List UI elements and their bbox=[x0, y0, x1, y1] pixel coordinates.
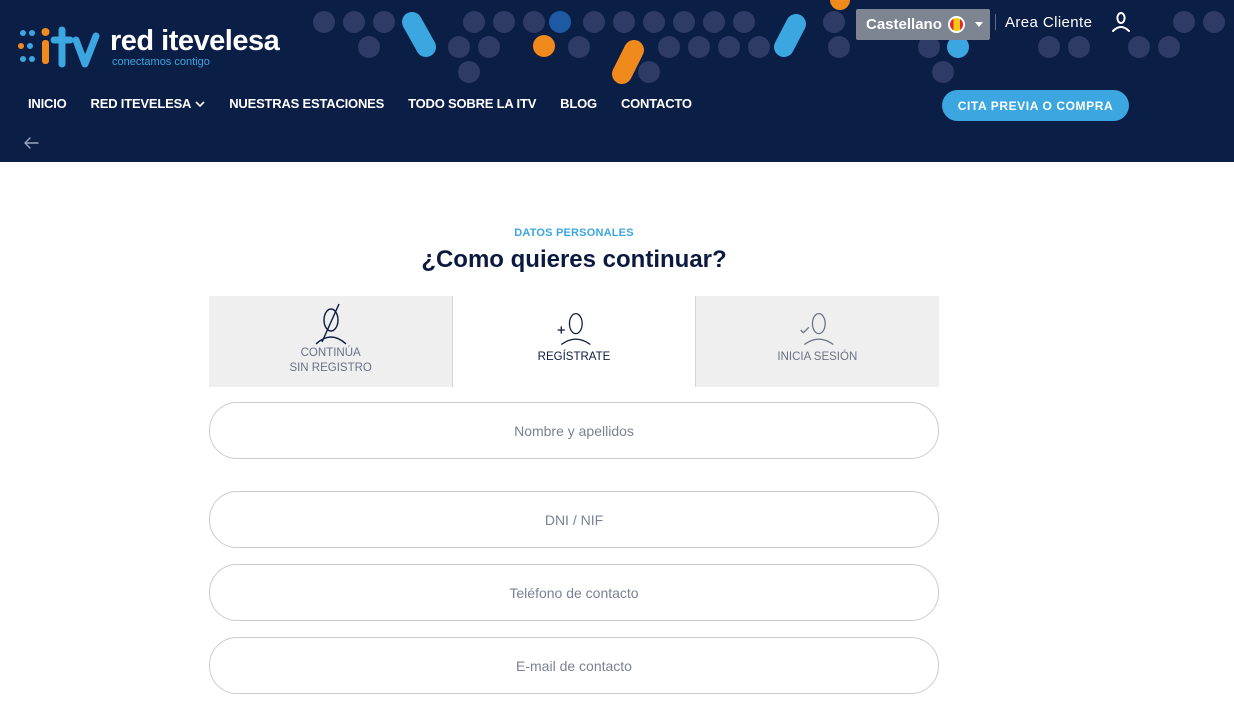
page-title: ¿Como quieres continuar? bbox=[421, 246, 727, 273]
nav-item-label: INICIO bbox=[28, 96, 67, 111]
dni-nif-input[interactable] bbox=[209, 491, 939, 548]
back-arrow-icon[interactable] bbox=[22, 136, 40, 150]
nav-item-label: TODO SOBRE LA ITV bbox=[408, 96, 537, 111]
nav-item-label: CONTACTO bbox=[620, 96, 692, 111]
nav-item-inicio[interactable]: INICIO bbox=[28, 96, 67, 112]
option-continue-without-registration[interactable]: CONTINÚA SIN REGISTRO bbox=[209, 296, 453, 387]
no-user-icon bbox=[315, 303, 347, 345]
add-user-icon bbox=[557, 313, 591, 346]
option-label: CONTINÚA bbox=[300, 347, 361, 359]
nav-item-label: RED ITEVELESA bbox=[90, 96, 192, 111]
nav-item-red-itevelesa[interactable]: RED ITEVELESA bbox=[91, 96, 206, 112]
header-divider bbox=[995, 14, 996, 30]
language-label: Castellano bbox=[866, 16, 942, 33]
main-nav: INICIO RED ITEVELESA NUESTRAS ESTACIONES… bbox=[28, 96, 692, 112]
caret-down-icon bbox=[974, 22, 983, 27]
brand-logo[interactable]: red itevelesa conectamos contigo bbox=[18, 24, 280, 68]
brand-tagline: conectamos contigo bbox=[112, 56, 210, 68]
site-header: red itevelesa conectamos contigo Castell… bbox=[0, 0, 1234, 162]
chevron-down-icon bbox=[195, 100, 205, 107]
login-user-icon bbox=[800, 313, 835, 346]
nav-item-todo-sobre-la-itv[interactable]: TODO SOBRE LA ITV bbox=[408, 96, 536, 112]
language-selector[interactable]: Castellano bbox=[856, 9, 990, 40]
user-icon[interactable] bbox=[1110, 11, 1132, 33]
itv-logo-icon bbox=[18, 26, 100, 68]
option-label: REGÍSTRATE bbox=[537, 351, 611, 363]
client-area-link[interactable]: Area Cliente bbox=[1005, 14, 1092, 31]
brand-name: red itevelesa bbox=[110, 25, 280, 57]
continue-options: CONTINÚA SIN REGISTRO REGÍSTRATE INICIA … bbox=[209, 296, 939, 387]
cita-previa-button[interactable]: CITA PREVIA O COMPRA bbox=[942, 90, 1129, 121]
nav-item-label: BLOG bbox=[560, 96, 597, 111]
option-label: INICIA SESIÓN bbox=[777, 351, 858, 363]
option-label: SIN REGISTRO bbox=[289, 362, 372, 374]
option-login[interactable]: INICIA SESIÓN bbox=[695, 296, 939, 387]
nav-item-blog[interactable]: BLOG bbox=[560, 96, 597, 112]
section-eyebrow: DATOS PERSONALES bbox=[514, 227, 634, 239]
phone-input[interactable] bbox=[209, 564, 939, 621]
email-input[interactable] bbox=[209, 637, 939, 694]
nav-item-contacto[interactable]: CONTACTO bbox=[621, 96, 692, 112]
nav-item-label: NUESTRAS ESTACIONES bbox=[229, 96, 385, 111]
full-name-input[interactable] bbox=[209, 402, 939, 459]
spain-flag-icon bbox=[947, 16, 965, 33]
nav-item-nuestras-estaciones[interactable]: NUESTRAS ESTACIONES bbox=[229, 96, 384, 112]
option-register[interactable]: REGÍSTRATE bbox=[452, 296, 696, 387]
